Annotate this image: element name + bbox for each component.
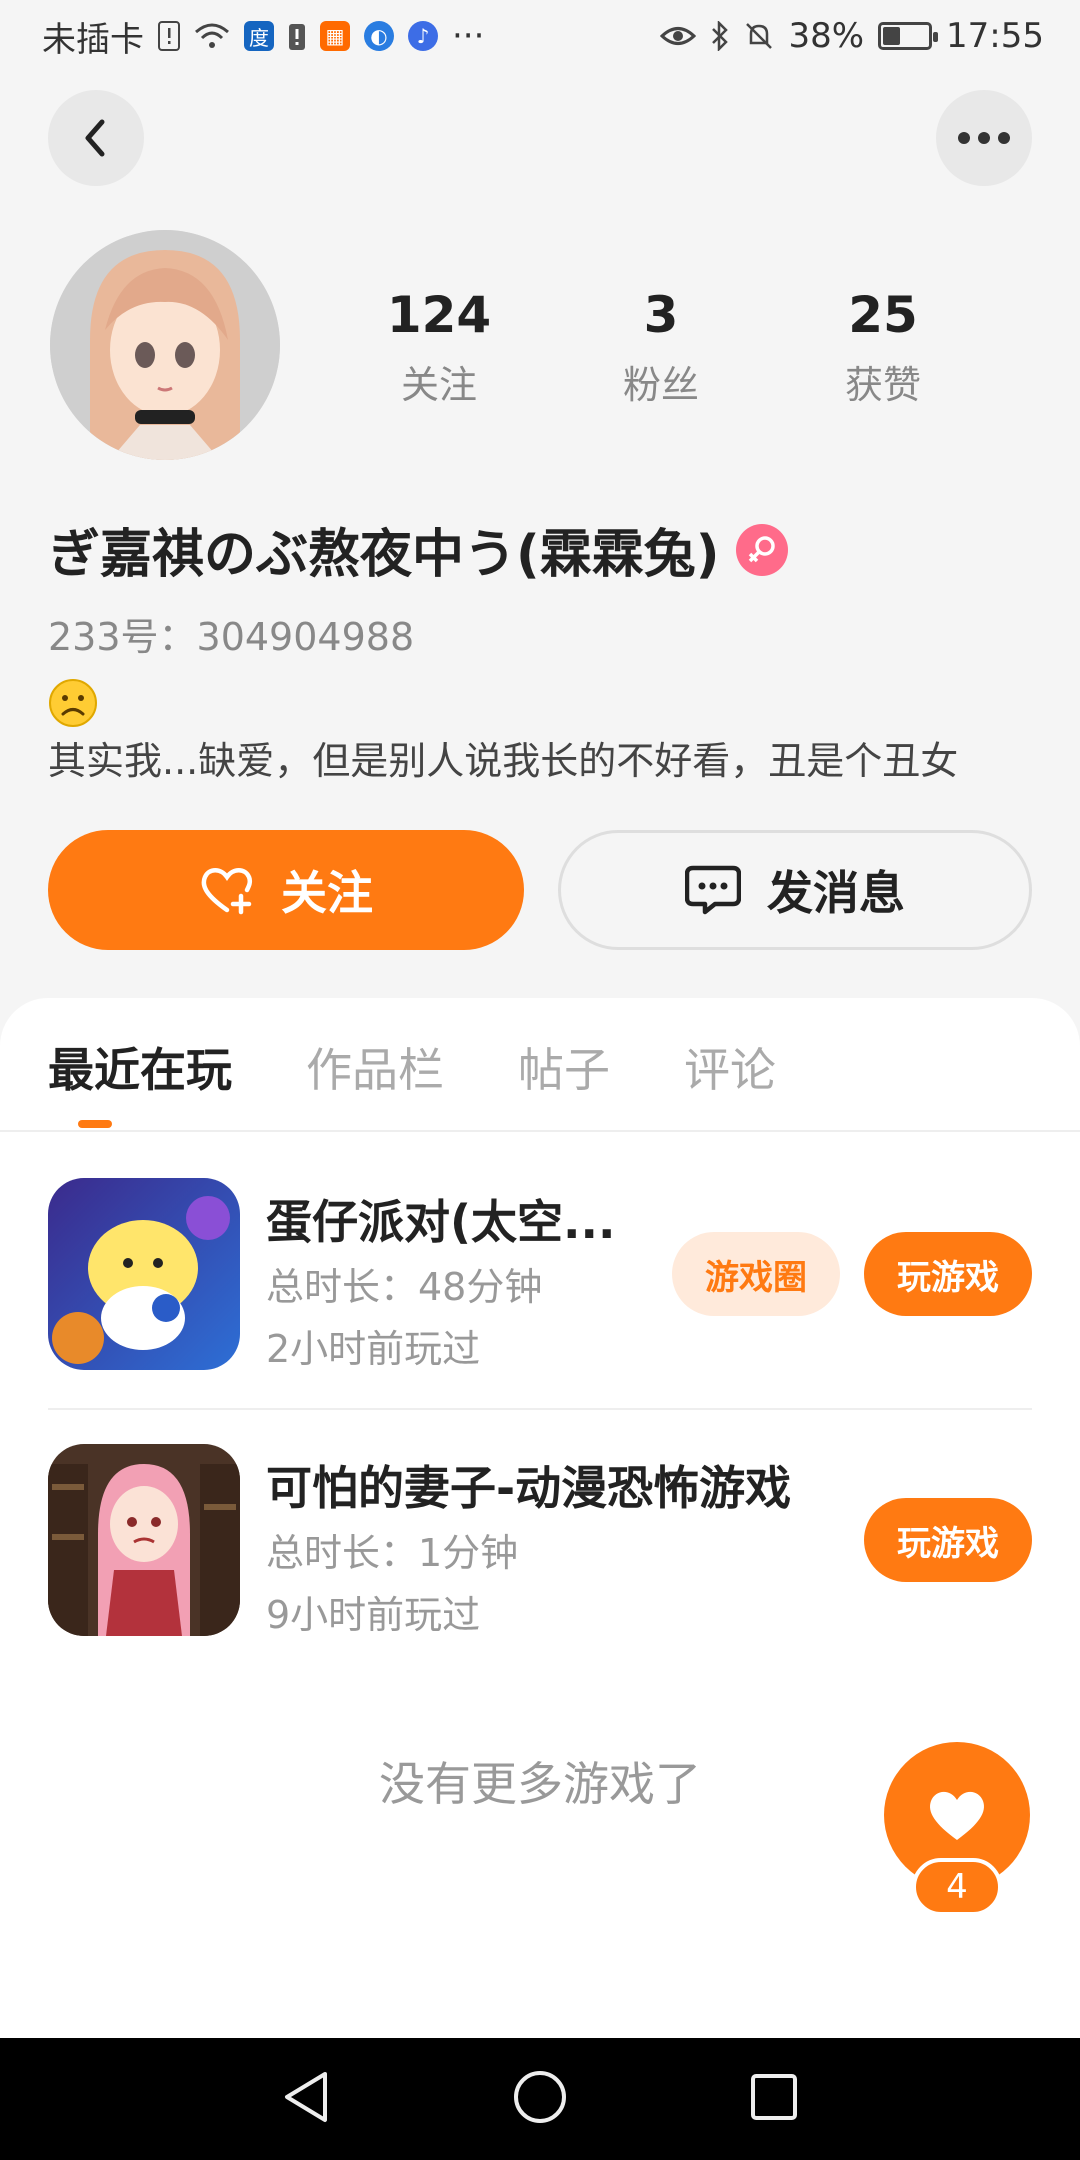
profile-tabs: 最近在玩 作品栏 帖子 评论 (48, 1034, 776, 1100)
nav-back-icon[interactable] (281, 2070, 331, 2128)
sad-face-icon (48, 678, 98, 732)
stat-followers[interactable]: 3 粉丝 (550, 286, 772, 409)
play-game-button[interactable]: 玩游戏 (864, 1232, 1032, 1316)
carrier-text: 未插卡 (42, 19, 144, 60)
stat-label: 关注 (400, 363, 477, 407)
game-name: 可怕的妻子-动漫恐怖游戏 (266, 1461, 792, 1515)
game-row[interactable]: 可怕的妻子-动漫恐怖游戏 总时长：1分钟 9小时前玩过 玩游戏 (48, 1444, 1032, 1638)
tabs-divider (0, 1130, 1080, 1132)
status-left: 未插卡 度 ▦ ◐ ♪ ··· (42, 12, 484, 61)
eye-comfort-icon (660, 23, 697, 49)
more-options-button[interactable] (936, 90, 1032, 186)
message-label: 发消息 (767, 866, 905, 920)
mute-bell-icon (744, 21, 774, 51)
like-count-badge: 4 (912, 1858, 1002, 1916)
music-app-icon: ♪ (408, 21, 438, 51)
game-icon-scary-wife[interactable] (48, 1444, 240, 1636)
chevron-left-icon (85, 119, 105, 157)
profile-bio: 其实我...缺爱，但是别人说我长的不好看，丑是个丑女 (48, 739, 959, 783)
profile-stats: 124 关注 3 粉丝 25 获赞 (328, 286, 994, 409)
battery-alert-icon (288, 21, 306, 51)
stat-value: 3 (643, 286, 679, 344)
wifi-icon (194, 22, 230, 50)
tab-comments[interactable]: 评论 (684, 1034, 776, 1100)
heart-plus-icon (201, 868, 253, 915)
chat-bubble-icon (685, 865, 741, 915)
follow-button[interactable]: 关注 (48, 830, 524, 950)
battery-fill (883, 27, 900, 45)
profile-name: ぎ嘉祺のぶ熬夜中う(霖霖兔) (48, 525, 720, 585)
more-notifications-icon: ··· (452, 16, 485, 56)
stat-value: 124 (386, 286, 492, 344)
tab-posts[interactable]: 帖子 (518, 1034, 610, 1100)
tab-recently-played[interactable]: 最近在玩 (48, 1034, 232, 1100)
system-nav-bar (0, 2038, 1080, 2160)
game-circle-button[interactable]: 游戏圈 (672, 1232, 840, 1316)
heart-icon (930, 1791, 984, 1840)
stat-label: 获赞 (844, 363, 921, 407)
status-right: 38% 17:55 (660, 16, 1044, 56)
row-divider (48, 1408, 1032, 1410)
profile-name-row: ぎ嘉祺のぶ熬夜中う(霖霖兔) (48, 512, 788, 587)
browser-app-icon: ◐ (364, 21, 394, 51)
back-button[interactable] (48, 90, 144, 186)
follow-label: 关注 (281, 866, 373, 920)
nav-home-icon[interactable] (512, 2069, 568, 2129)
more-dots-icon (958, 132, 1010, 144)
avatar-image (50, 230, 280, 460)
sim-alert-icon (158, 21, 180, 51)
game-icon-eggy-party[interactable] (48, 1178, 240, 1370)
game-name: 蛋仔派对(太空... (266, 1195, 616, 1249)
game-duration: 总时长：1分钟 (266, 1531, 519, 1575)
stat-value: 25 (848, 286, 918, 344)
user-id: 233号：304904988 (48, 615, 415, 659)
play-game-button[interactable]: 玩游戏 (864, 1498, 1032, 1582)
stat-following[interactable]: 124 关注 (328, 286, 550, 409)
game-last-played: 2小时前玩过 (266, 1327, 481, 1371)
game-last-played: 9小时前玩过 (266, 1593, 481, 1637)
stat-likes[interactable]: 25 获赞 (772, 286, 994, 409)
active-tab-indicator (78, 1120, 112, 1128)
app-grid-icon: ▦ (320, 21, 350, 51)
send-message-button[interactable]: 发消息 (558, 830, 1032, 950)
avatar[interactable] (50, 230, 280, 460)
nav-recents-icon[interactable] (749, 2072, 799, 2126)
status-bar: 未插卡 度 ▦ ◐ ♪ ··· 38% 17:55 (0, 0, 1080, 72)
battery-percent: 38% (788, 16, 865, 56)
game-duration: 总时长：48分钟 (266, 1265, 543, 1309)
stat-label: 粉丝 (622, 363, 699, 407)
game-row[interactable]: 蛋仔派对(太空... 总时长：48分钟 2小时前玩过 游戏圈 玩游戏 (48, 1178, 1032, 1372)
clock: 17:55 (946, 16, 1044, 56)
tab-works[interactable]: 作品栏 (306, 1034, 444, 1100)
baidu-app-icon: 度 (244, 21, 274, 51)
bluetooth-icon (710, 21, 730, 51)
female-gender-icon (735, 523, 788, 576)
battery-icon (878, 22, 939, 50)
